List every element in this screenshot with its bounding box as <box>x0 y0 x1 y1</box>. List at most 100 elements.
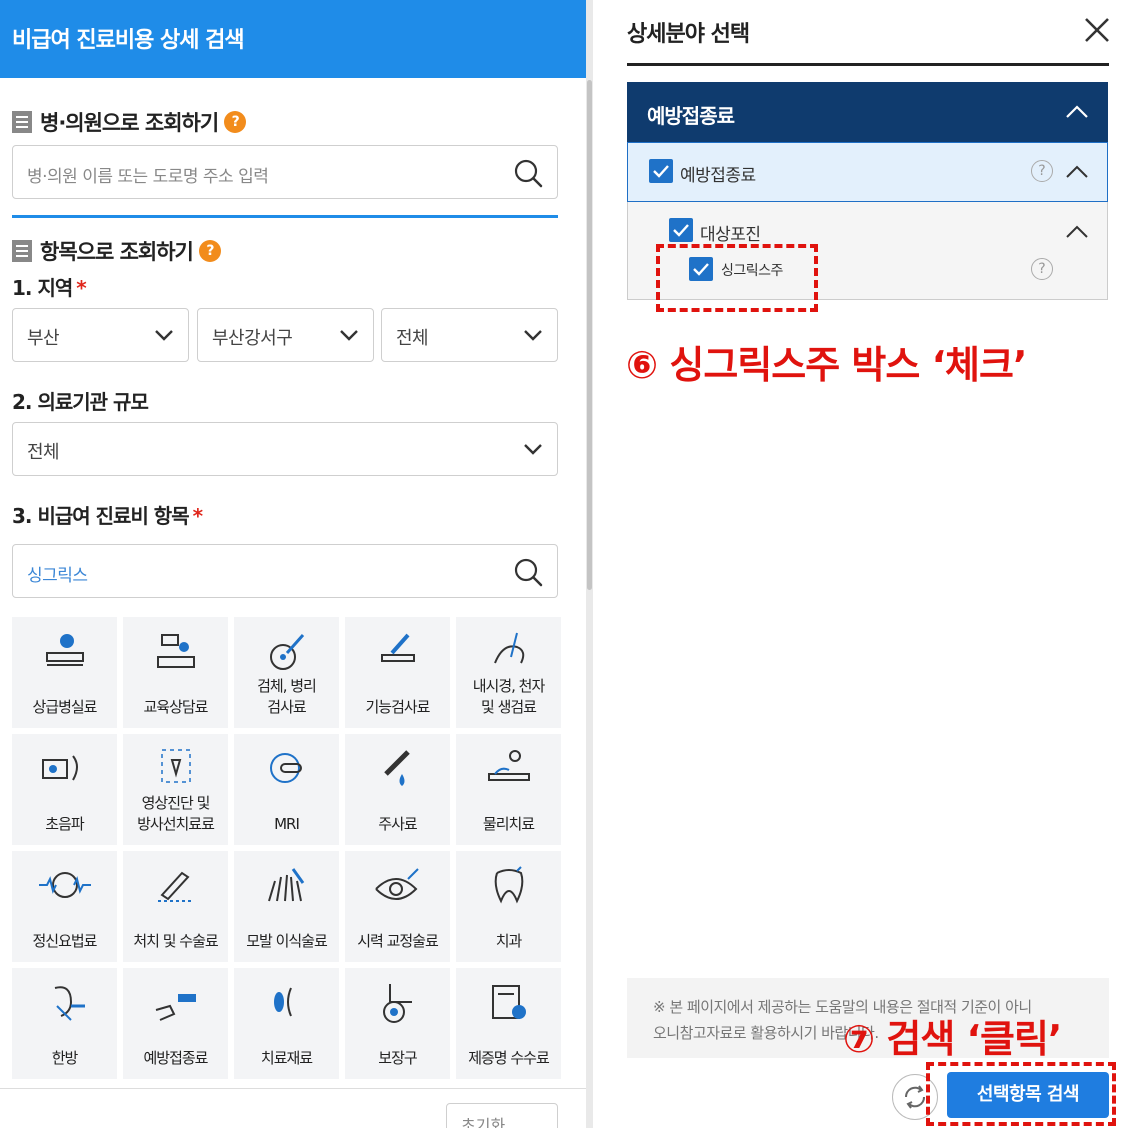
tooth-icon <box>494 866 523 904</box>
category-tile[interactable]: 모발 이식술료 <box>234 851 339 962</box>
hospital-search-heading: 병·의원으로 조회하기 ? <box>12 107 247 137</box>
item-search-heading: 항목으로 조회하기 ? <box>12 236 221 266</box>
hospital-search-placeholder: 병·의원 이름 또는 도로명 주소 입력 <box>27 167 269 187</box>
category-tile[interactable]: 보장구 <box>345 968 450 1079</box>
category-label: 물리치료 <box>482 815 535 833</box>
page-title: 비급여 진료비용 상세 검색 <box>12 28 245 53</box>
right-edge <box>1126 0 1136 1128</box>
subcategory-row-vaccination[interactable]: 예방접종료 ? <box>627 142 1108 202</box>
chevron-up-icon[interactable] <box>1065 225 1089 239</box>
question-icon[interactable]: ? <box>1031 258 1053 280</box>
specimen-icon <box>269 634 304 670</box>
annotation-step-7: ⑦ 검색 ‘클릭’ <box>843 1017 1062 1061</box>
category-grid: 상급병실료 교육상담료 검체, 병리 검사료 기능검사료 내시경, 천자 및 생검료초음… <box>12 617 561 1079</box>
hospital-search-input[interactable]: 병·의원 이름 또는 도로명 주소 입력 <box>12 145 558 199</box>
category-tile[interactable]: 기능검사료 <box>345 617 450 728</box>
category-label: 제증명 수수료 <box>468 1049 550 1067</box>
syringe-icon <box>383 750 410 786</box>
category-tile[interactable]: 검체, 병리 검사료 <box>234 617 339 728</box>
category-tile[interactable]: 치과 <box>456 851 561 962</box>
category-tile[interactable]: 한방 <box>12 968 117 1079</box>
category-tile[interactable]: 예방접종료 <box>123 968 228 1079</box>
category-tile[interactable]: 정신요법료 <box>12 851 117 962</box>
category-tile[interactable]: 초음파 <box>12 734 117 845</box>
category-tile[interactable]: 영상진단 및 방사선치료료 <box>123 734 228 845</box>
item-label: 3. 비급여 진료비 항목 * <box>12 504 203 528</box>
category-header[interactable]: 예방접종료 <box>627 82 1108 142</box>
help-icon[interactable]: ? <box>224 111 247 133</box>
chevron-up-icon[interactable] <box>1065 105 1089 119</box>
category-tile[interactable]: 내시경, 천자 및 생검료 <box>456 617 561 728</box>
category-tile[interactable]: 치료재료 <box>234 968 339 1079</box>
scale-select[interactable]: 전체 <box>12 422 558 476</box>
category-tile[interactable]: 교육상담료 <box>123 617 228 728</box>
question-icon[interactable]: ? <box>1031 160 1053 182</box>
category-tile[interactable]: MRI <box>234 734 339 845</box>
annotation-step-6: ⑥ 싱그릭스주 박스 ‘체크’ <box>626 343 1027 387</box>
chevron-down-icon <box>340 330 358 341</box>
annotation-highlight-checkbox <box>656 244 818 312</box>
chevron-up-icon[interactable] <box>1065 165 1089 179</box>
bed-icon <box>45 634 84 666</box>
search-panel: 비급여 진료비용 상세 검색 병·의원으로 조회하기 ? 병·의원 이름 또는 … <box>0 0 586 1128</box>
shingles-checkbox[interactable] <box>669 218 693 242</box>
category-tile[interactable]: 제증명 수수료 <box>456 968 561 1079</box>
wheelchair-icon <box>382 984 412 1023</box>
chevron-down-icon <box>524 444 542 455</box>
annotation-highlight-button <box>926 1062 1116 1126</box>
hair-icon <box>267 868 304 902</box>
region-select-district[interactable]: 부산강서구 <box>197 308 374 362</box>
search-icon[interactable] <box>513 158 543 188</box>
category-tile[interactable]: 주사료 <box>345 734 450 845</box>
category-tile[interactable]: 상급병실료 <box>12 617 117 728</box>
chevron-down-icon <box>155 330 173 341</box>
item-search-title: 항목으로 조회하기 <box>40 240 194 264</box>
category-label: 시력 교정술료 <box>357 932 439 950</box>
shingles-label: 대상포진 <box>700 225 761 245</box>
divider <box>0 1088 586 1089</box>
scrollbar-thumb[interactable] <box>587 80 592 590</box>
vaccination-checkbox[interactable] <box>649 159 673 183</box>
item-search-input[interactable]: 싱그릭스 <box>12 544 558 598</box>
category-header-label: 예방접종료 <box>647 104 735 128</box>
category-label: 교육상담료 <box>143 698 208 716</box>
surgery-icon <box>157 871 194 902</box>
ultrasound-icon <box>41 755 78 781</box>
help-icon[interactable]: ? <box>198 240 221 262</box>
category-label: 한방 <box>51 1049 79 1067</box>
category-label: 치료재료 <box>260 1049 313 1067</box>
building-icon <box>12 111 32 133</box>
panel-title: 상세분야 선택 <box>627 22 750 47</box>
certificate-icon <box>491 985 526 1019</box>
category-tile[interactable]: 물리치료 <box>456 734 561 845</box>
hospital-search-title: 병·의원으로 조회하기 <box>40 111 219 135</box>
scale-label: 2. 의료기관 규모 <box>12 390 149 414</box>
search-icon[interactable] <box>513 557 543 587</box>
category-label: 치과 <box>495 932 523 950</box>
category-tile[interactable]: 처치 및 수술료 <box>123 851 228 962</box>
category-tile[interactable]: 시력 교정술료 <box>345 851 450 962</box>
header-bar: 비급여 진료비용 상세 검색 <box>0 0 586 78</box>
category-label: MRI <box>274 815 300 833</box>
item-search-value: 싱그릭스 <box>27 566 88 586</box>
chevron-down-icon <box>524 330 542 341</box>
mri-icon <box>269 753 302 783</box>
category-label: 상급병실료 <box>32 698 97 716</box>
endoscope-icon <box>493 632 524 664</box>
region-select-dong[interactable]: 전체 <box>381 308 558 362</box>
category-label: 주사료 <box>378 815 417 833</box>
panel-divider <box>627 63 1109 66</box>
brain-icon <box>38 872 91 898</box>
physio-icon <box>487 750 530 781</box>
acupuncture-icon <box>54 986 85 1021</box>
category-label: 정신요법료 <box>32 932 97 950</box>
section-divider <box>12 215 558 218</box>
reset-button[interactable]: 초기화 <box>446 1103 558 1128</box>
category-label: 보장구 <box>378 1049 417 1067</box>
category-label: 초음파 <box>45 815 84 833</box>
xray-icon <box>160 749 191 783</box>
region-select-city[interactable]: 부산 <box>12 308 189 362</box>
close-icon[interactable] <box>1083 16 1111 44</box>
eye-icon <box>374 868 419 900</box>
region-label: 1. 지역 * <box>12 276 87 300</box>
